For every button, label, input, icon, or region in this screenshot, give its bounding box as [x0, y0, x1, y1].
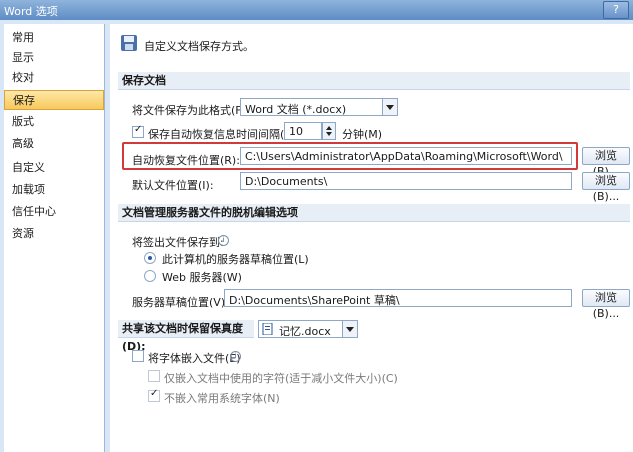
section-offline-editing: 文档管理服务器文件的脱机编辑选项: [118, 204, 630, 222]
format-select[interactable]: Word 文档 (*.docx): [240, 98, 398, 116]
autorecover-browse-button[interactable]: 浏览(B)...: [582, 147, 630, 178]
sidebar-item-customize[interactable]: 自定义: [4, 158, 104, 178]
spin-down-icon: [326, 132, 332, 136]
window-title: Word 选项: [4, 5, 58, 18]
default-browse-button[interactable]: 浏览(B)...: [582, 172, 630, 203]
title-bar: Word 选项 ?: [0, 0, 633, 20]
embed-fonts-checkbox[interactable]: [132, 350, 144, 362]
sidebar-item-save[interactable]: 保存: [4, 90, 104, 110]
server-drafts-input[interactable]: D:\Documents\SharePoint 草稿\: [224, 289, 572, 307]
radio-web-server[interactable]: [144, 270, 156, 282]
sidebar-item-addins[interactable]: 加载项: [4, 180, 104, 200]
main-panel: 自定义文档保存方式。 保存文档 将文件保存为此格式(F): Word 文档 (*…: [110, 24, 633, 452]
autosave-label: 保存自动恢复信息时间间隔(A): [148, 128, 297, 141]
section-fidelity: 共享该文档时保留保真度(D):: [118, 320, 254, 353]
format-label: 将文件保存为此格式(F):: [132, 104, 250, 117]
section-save-documents: 保存文档: [118, 72, 630, 90]
sidebar-item-resources[interactable]: 资源: [4, 224, 104, 244]
autosave-spinner[interactable]: [322, 122, 336, 140]
autosave-checkbox[interactable]: [132, 124, 144, 138]
info-icon: i: [230, 351, 241, 362]
chevron-down-icon: [342, 321, 357, 337]
fidelity-doc-select[interactable]: 记忆.docx: [258, 320, 358, 338]
default-location-label: 默认文件位置(I):: [132, 179, 214, 192]
server-drafts-browse-button[interactable]: 浏览(B)...: [582, 289, 630, 320]
floppy-disk-icon: [121, 35, 137, 51]
embed-fonts-label: 将字体嵌入文件(E): [148, 352, 241, 365]
fidelity-doc-value: 记忆.docx: [279, 325, 331, 338]
server-drafts-label: 服务器草稿位置(V):: [132, 296, 229, 309]
autosave-interval-input[interactable]: 10: [284, 122, 322, 140]
checkout-label: 将签出文件保存到:: [132, 236, 224, 249]
sidebar-item-layout[interactable]: 版式: [4, 112, 104, 132]
annotation-highlight-box: [122, 142, 578, 170]
sidebar-item-common[interactable]: 常用: [4, 28, 104, 48]
embed-used-chars-checkbox[interactable]: [148, 370, 160, 382]
autosave-unit-label: 分钟(M): [342, 128, 383, 141]
sidebar: 常用 显示 校对 保存 版式 高级 自定义 加载项 信任中心 资源: [4, 24, 105, 452]
radio-local-drafts-label: 此计算机的服务器草稿位置(L): [162, 253, 309, 266]
autosave-interval-value: 10: [289, 125, 303, 138]
spin-up-icon: [326, 126, 332, 130]
help-button[interactable]: ?: [603, 1, 629, 19]
sidebar-item-proofing[interactable]: 校对: [4, 68, 104, 88]
radio-local-drafts[interactable]: [144, 252, 156, 264]
no-common-fonts-label: 不嵌入常用系统字体(N): [164, 392, 280, 405]
word-document-icon: [262, 323, 273, 335]
chevron-down-icon: [382, 99, 397, 115]
default-location-value: D:\Documents\: [245, 175, 328, 188]
format-select-value: Word 文档 (*.docx): [245, 103, 347, 116]
no-common-fonts-checkbox[interactable]: [148, 388, 160, 402]
sidebar-item-display[interactable]: 显示: [4, 48, 104, 68]
sidebar-item-advanced[interactable]: 高级: [4, 134, 104, 154]
radio-web-server-label: Web 服务器(W): [162, 271, 242, 284]
page-title: 自定义文档保存方式。: [144, 40, 254, 53]
sidebar-item-trust-center[interactable]: 信任中心: [4, 202, 104, 222]
embed-used-chars-label: 仅嵌入文档中使用的字符(适于减小文件大小)(C): [164, 372, 398, 385]
default-location-input[interactable]: D:\Documents\: [240, 172, 572, 190]
info-icon: i: [218, 235, 229, 246]
server-drafts-value: D:\Documents\SharePoint 草稿\: [229, 294, 400, 307]
